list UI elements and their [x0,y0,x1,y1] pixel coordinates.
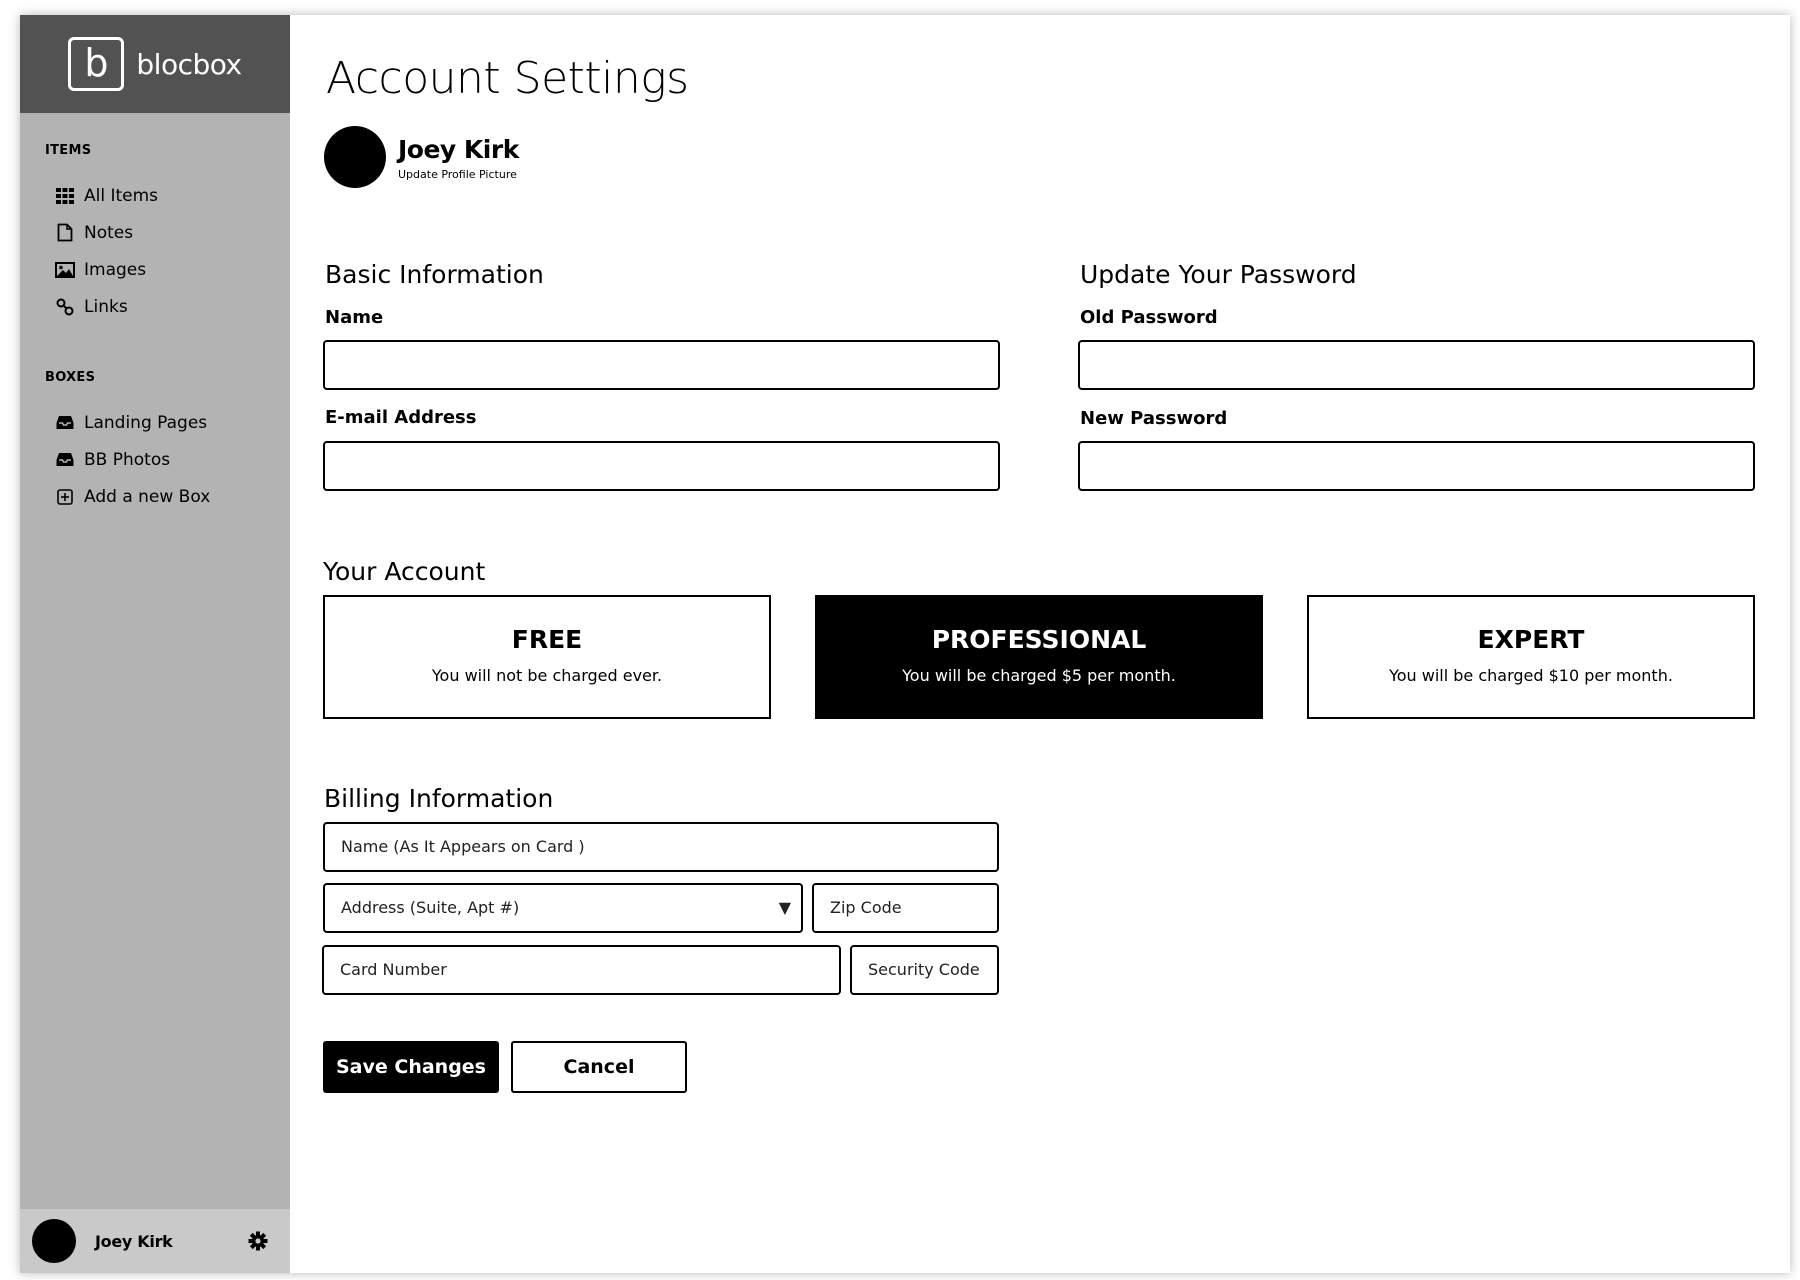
sidebar-item-label: Add a new Box [84,486,211,507]
inbox-icon [55,413,75,433]
sidebar-item-notes[interactable]: Notes [55,214,158,251]
plan-expert[interactable]: EXPERT You will be charged $10 per month… [1307,595,1755,719]
sidebar-item-add-box[interactable]: Add a new Box [55,478,210,515]
card-name-placeholder: Name (As It Appears on Card ) [341,837,585,856]
page-title: Account Settings [326,53,689,104]
address-placeholder: Address (Suite, Apt #) [341,898,520,917]
name-label: Name [325,307,384,328]
sidebar-user-bar: Joey Kirk [20,1209,290,1273]
main-content: Account Settings Joey Kirk Update Profil… [290,15,1790,1273]
update-profile-picture-link[interactable]: Update Profile Picture [398,168,517,181]
sidebar-item-label: All Items [84,185,159,206]
sidebar-item-bb-photos[interactable]: BB Photos [55,441,210,478]
plan-name: FREE [511,625,583,654]
sidebar-item-images[interactable]: Images [55,251,158,288]
brand-name: blocbox [136,47,242,81]
caret-down-icon: ▼ [778,898,791,917]
sidebar-item-label: Images [84,259,147,280]
items-nav: All Items Notes Images Links [55,177,158,325]
link-icon [55,297,75,317]
profile-avatar[interactable] [324,126,386,188]
sidebar-item-label: Links [84,296,128,317]
avatar[interactable] [32,1219,76,1263]
sidebar-item-landing-pages[interactable]: Landing Pages [55,404,210,441]
boxes-nav: Landing Pages BB Photos Add a new Box [55,404,210,515]
plus-square-icon [55,487,75,507]
plan-free[interactable]: FREE You will not be charged ever. [323,595,771,719]
old-password-label: Old Password [1080,307,1218,328]
profile-name: Joey Kirk [398,135,519,164]
new-password-label: New Password [1080,408,1228,429]
logo-icon: b [68,37,125,91]
document-icon [55,223,75,243]
card-number-field[interactable]: Card Number [322,945,841,995]
plan-name: EXPERT [1477,625,1585,654]
name-field[interactable] [323,340,1000,390]
save-changes-button[interactable]: Save Changes [323,1041,499,1093]
zip-code-placeholder: Zip Code [830,898,902,917]
email-label: E-mail Address [325,407,477,428]
cancel-button[interactable]: Cancel [511,1041,687,1093]
sidebar-item-all-items[interactable]: All Items [55,177,158,214]
gear-icon[interactable] [248,1231,268,1251]
basic-info-title: Basic Information [325,260,544,289]
sidebar: b blocbox ITEMS All Items Notes Images L… [20,15,290,1273]
brand-header[interactable]: b blocbox [20,15,290,113]
grid-icon [55,186,75,206]
sidebar-item-links[interactable]: Links [55,288,158,325]
sidebar-item-label: BB Photos [84,449,171,470]
app-window: b blocbox ITEMS All Items Notes Images L… [20,15,1790,1273]
card-name-field[interactable]: Name (As It Appears on Card ) [323,822,999,872]
sidebar-item-label: Notes [84,222,134,243]
plan-name: PROFESSIONAL [931,625,1147,654]
email-field[interactable] [323,441,1000,491]
old-password-field[interactable] [1078,340,1755,390]
security-code-field[interactable]: Security Code [850,945,999,995]
zip-code-field[interactable]: Zip Code [812,883,999,933]
card-number-placeholder: Card Number [340,960,447,979]
plan-professional[interactable]: PROFESSIONAL You will be charged $5 per … [815,595,1263,719]
user-name: Joey Kirk [95,1231,173,1251]
items-section-title: ITEMS [45,143,92,158]
inbox-icon [55,450,75,470]
plan-description: You will not be charged ever. [431,666,663,685]
plan-description: You will be charged $5 per month. [902,666,1176,685]
new-password-field[interactable] [1078,441,1755,491]
account-title: Your Account [323,557,486,586]
image-icon [55,260,75,280]
billing-title: Billing Information [324,784,554,813]
sidebar-item-label: Landing Pages [84,412,208,433]
plan-description: You will be charged $10 per month. [1389,666,1673,685]
password-title: Update Your Password [1080,260,1357,289]
address-select[interactable]: Address (Suite, Apt #) ▼ [323,883,803,933]
boxes-section-title: BOXES [45,370,96,385]
security-code-placeholder: Security Code [868,960,980,979]
